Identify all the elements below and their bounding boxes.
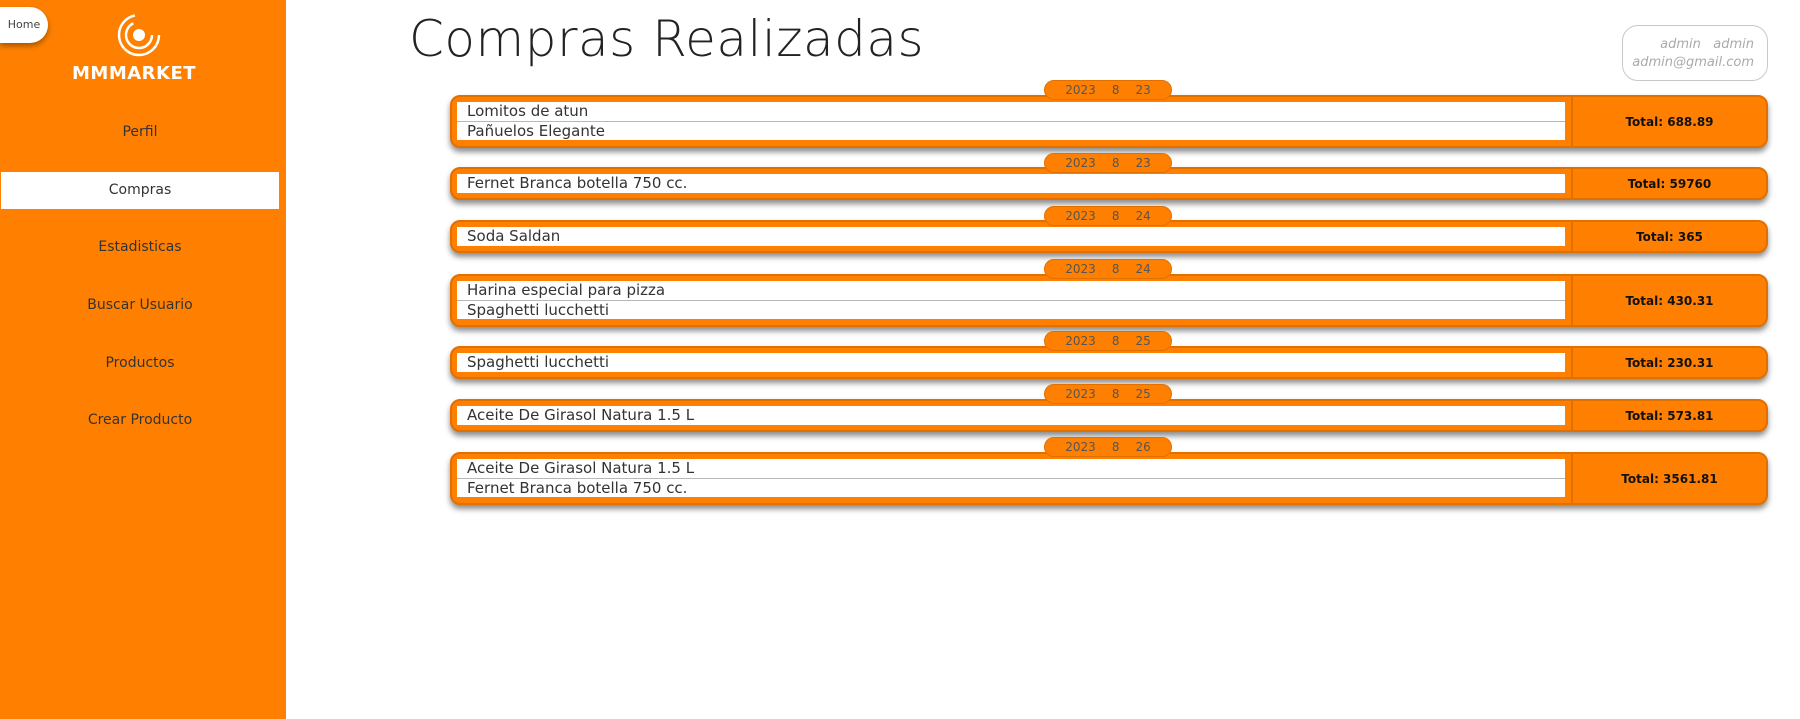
purchase-date: 2023 8 24 [1044,259,1172,279]
user-first-name: admin [1660,37,1701,52]
home-button[interactable]: Home [0,7,48,43]
purchase-card: Harina especial para pizza Spaghetti luc… [450,274,1768,327]
purchase-date: 2023 8 24 [1044,206,1172,226]
purchase-card: Lomitos de atun Pañuelos Elegante Total:… [450,95,1768,148]
purchase-date-year: 2023 [1065,387,1096,401]
purchase-item: Fernet Branca botella 750 cc. [467,174,688,192]
brand-logo-icon [115,11,163,63]
purchase-date: 2023 8 23 [1044,80,1172,100]
purchase-total: Total: 430.31 [1571,276,1766,325]
sidebar-item-compras[interactable]: Compras [1,172,279,209]
sidebar-item-perfil[interactable]: Perfil [0,124,280,140]
purchase-date-month: 8 [1111,440,1120,454]
sidebar-item-crear-producto[interactable]: Crear Producto [0,412,280,428]
purchase-date-day: 25 [1135,334,1151,348]
purchase-item: Fernet Branca botella 750 cc. [457,478,1565,497]
purchase-item: Spaghetti lucchetti [467,353,610,371]
purchase-date-day: 23 [1135,156,1151,170]
purchase-date-month: 8 [1111,334,1120,348]
purchase-item: Pañuelos Elegante [457,121,1565,140]
purchase-date-year: 2023 [1065,209,1096,223]
purchase-date-year: 2023 [1065,262,1096,276]
purchase-total: Total: 230.31 [1571,348,1766,377]
purchase-items: Harina especial para pizza Spaghetti luc… [457,281,1565,319]
purchase-item: Lomitos de atun [467,102,589,120]
purchase-item: Aceite De Girasol Natura 1.5 L [467,459,695,477]
purchase-date-day: 23 [1135,83,1151,97]
purchase-date-year: 2023 [1065,440,1096,454]
purchase-date: 2023 8 25 [1044,331,1172,351]
sidebar-item-productos[interactable]: Productos [0,355,280,371]
purchase-item: Soda Saldan [467,227,561,245]
sidebar-item-buscar-usuario[interactable]: Buscar Usuario [0,297,280,313]
purchase-item: Aceite De Girasol Natura 1.5 L [467,406,695,424]
purchase-date-month: 8 [1111,83,1120,97]
purchase-items: Soda Saldan [457,227,1565,246]
purchase-date-month: 8 [1111,209,1120,223]
purchase-item: Harina especial para pizza [467,281,666,299]
purchase-total: Total: 59760 [1571,169,1766,198]
sidebar: MMMARKET Perfil Compras Estadisticas Bus… [0,0,286,719]
purchase-total: Total: 573.81 [1571,401,1766,430]
purchase-date-day: 26 [1135,440,1151,454]
user-info-card: admin admin admin@gmail.com [1622,25,1768,81]
purchase-item: Spaghetti lucchetti [457,300,1565,319]
user-name-line: admin admin [1623,36,1754,54]
brand-logo-text: MMMARKET [72,63,197,84]
purchase-date-month: 8 [1111,387,1120,401]
user-email: admin@gmail.com [1632,55,1754,70]
purchase-date-day: 25 [1135,387,1151,401]
purchase-total: Total: 365 [1571,222,1766,251]
purchase-date: 2023 8 26 [1044,437,1172,457]
purchase-total: Total: 688.89 [1571,97,1766,146]
purchase-date: 2023 8 23 [1044,153,1172,173]
purchase-date-month: 8 [1111,156,1120,170]
purchase-date-day: 24 [1135,262,1151,276]
purchase-date-year: 2023 [1065,334,1096,348]
purchase-date-month: 8 [1111,262,1120,276]
purchase-date-day: 24 [1135,209,1151,223]
purchase-date-year: 2023 [1065,83,1096,97]
sidebar-item-estadisticas[interactable]: Estadisticas [0,239,280,255]
purchase-date-year: 2023 [1065,156,1096,170]
purchase-card: Aceite De Girasol Natura 1.5 L Fernet Br… [450,452,1768,505]
page-title: Compras Realizadas [409,10,925,68]
purchase-items: Fernet Branca botella 750 cc. [457,174,1565,193]
purchase-items: Aceite De Girasol Natura 1.5 L [457,406,1565,425]
purchase-total: Total: 3561.81 [1571,454,1766,503]
user-last-name: admin [1713,37,1754,52]
purchase-items: Spaghetti lucchetti [457,353,1565,372]
purchase-items: Aceite De Girasol Natura 1.5 L Fernet Br… [457,459,1565,497]
purchase-items: Lomitos de atun Pañuelos Elegante [457,102,1565,140]
purchase-date: 2023 8 25 [1044,384,1172,404]
